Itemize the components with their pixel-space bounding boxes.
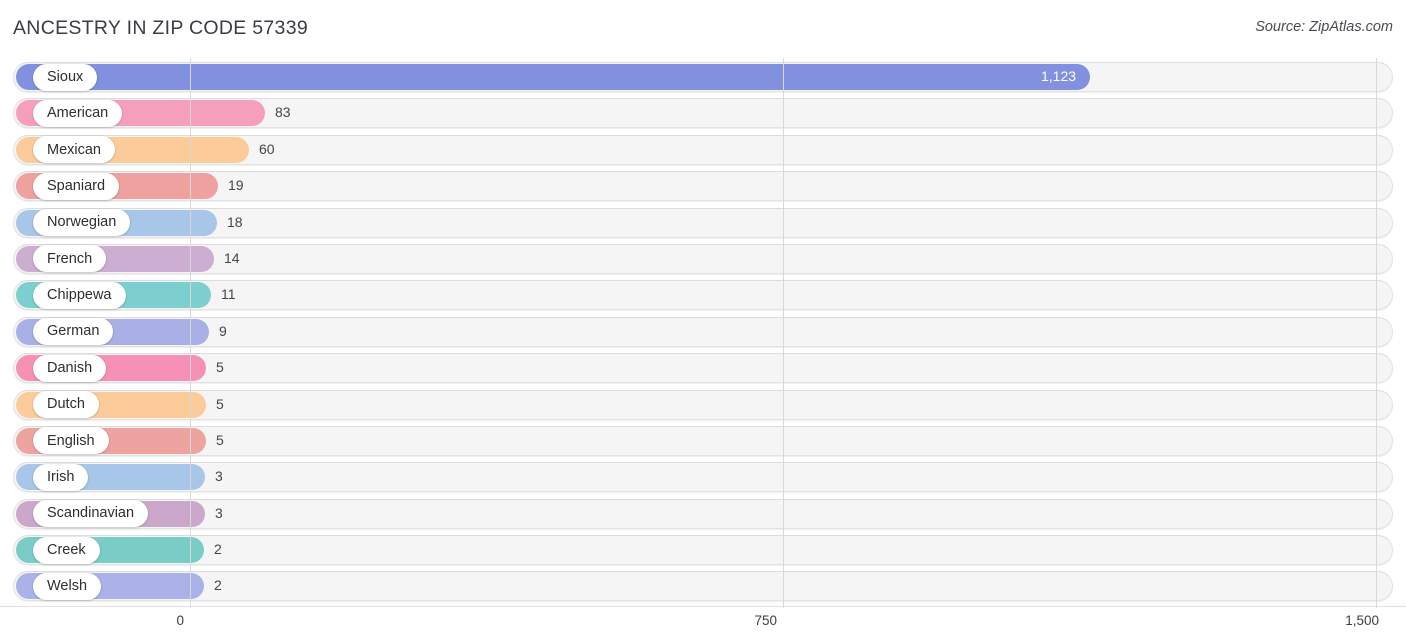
bar-label-pill[interactable]: Welsh <box>33 572 102 600</box>
plot-area: Sioux 1,123 American 83 Mexican 60 Spaniard 19 N… <box>0 58 1406 608</box>
bar-row[interactable]: English 5 <box>0 424 1406 460</box>
bar-track <box>13 280 1393 311</box>
bar-row[interactable]: Creek 2 <box>0 533 1406 569</box>
bar-category-label: Irish <box>47 469 75 486</box>
bar-track <box>13 207 1393 238</box>
bar-label-pill[interactable]: Scandinavian <box>33 500 149 528</box>
bar-fill <box>16 64 1090 90</box>
bar-label-pill[interactable]: Norwegian <box>33 209 131 237</box>
chart-page: ANCESTRY IN ZIP CODE 57339 Source: ZipAt… <box>0 0 1406 644</box>
bar-value-label: 1,123 <box>1041 68 1077 84</box>
bar-category-label: Creek <box>47 541 86 558</box>
bar-value-label: 83 <box>275 104 291 121</box>
x-axis: 0 750 1,500 <box>0 606 1406 644</box>
bar-row[interactable]: Dutch 5 <box>0 388 1406 424</box>
bar-value-label: 3 <box>215 504 223 521</box>
bar-row[interactable]: American 83 <box>0 96 1406 132</box>
page-title: ANCESTRY IN ZIP CODE 57339 <box>13 17 308 39</box>
bar-category-label: Mexican <box>47 141 101 158</box>
bar-value-label: 14 <box>224 249 240 266</box>
bar-label-pill[interactable]: Chippewa <box>33 281 126 309</box>
bar-category-label: German <box>47 323 100 340</box>
bar-value-label: 11 <box>221 286 236 303</box>
bar-label-pill[interactable]: French <box>33 245 107 273</box>
bar-row[interactable]: Norwegian 18 <box>0 206 1406 242</box>
bar-row[interactable]: Spaniard 19 <box>0 169 1406 205</box>
bar-category-label: Sioux <box>47 68 84 85</box>
bar-label-pill[interactable]: Irish <box>33 463 89 491</box>
bar-category-label: Scandinavian <box>47 505 135 522</box>
bar-row[interactable]: Mexican 60 <box>0 133 1406 169</box>
bar-row[interactable]: Welsh 2 <box>0 569 1406 605</box>
bar-track <box>13 171 1393 202</box>
bar-value-label: 18 <box>227 213 243 230</box>
bar-row[interactable]: Irish 3 <box>0 460 1406 496</box>
bar-label-pill[interactable]: Danish <box>33 354 107 382</box>
bar-value-label: 19 <box>228 177 244 194</box>
bar-value-label: 9 <box>219 322 227 339</box>
bar-row[interactable]: German 9 <box>0 315 1406 351</box>
bar-track <box>13 243 1393 274</box>
bar-label-pill[interactable]: Creek <box>33 536 100 564</box>
bar-category-label: Chippewa <box>47 287 112 304</box>
bar-value-label: 5 <box>216 359 224 376</box>
bar-value-label: 2 <box>214 577 222 594</box>
bar-category-label: French <box>47 250 93 267</box>
bar-category-label: Norwegian <box>47 214 117 231</box>
bar-category-label: Dutch <box>47 396 85 413</box>
bar-value-label: 60 <box>259 140 275 157</box>
bar-category-label: Spaniard <box>47 177 106 194</box>
bar-category-label: Danish <box>47 359 93 376</box>
source-attribution: Source: ZipAtlas.com <box>1255 19 1393 35</box>
bar-label-pill[interactable]: Sioux <box>33 63 98 91</box>
bar-row[interactable]: French 14 <box>0 242 1406 278</box>
bar-label-pill[interactable]: Spaniard <box>33 172 120 200</box>
bar-label-pill[interactable]: German <box>33 318 114 346</box>
bar-row[interactable]: Danish 5 <box>0 351 1406 387</box>
bar-label-pill[interactable]: Dutch <box>33 391 99 419</box>
bar-value-label: 2 <box>214 541 222 558</box>
bar-value-label: 5 <box>216 395 224 412</box>
bar-value-label: 3 <box>215 468 223 485</box>
axis-tick-label: 0 <box>176 613 184 628</box>
bar-label-pill[interactable]: Mexican <box>33 136 115 164</box>
chart-header: ANCESTRY IN ZIP CODE 57339 Source: ZipAt… <box>0 0 1406 52</box>
bar-category-label: Welsh <box>47 578 88 595</box>
bar-label-pill[interactable]: American <box>33 99 123 127</box>
axis-tick-label: 750 <box>754 613 777 628</box>
bar-row[interactable]: Scandinavian 3 <box>0 497 1406 533</box>
bar-value-label: 5 <box>216 431 224 448</box>
bar-rows: Sioux 1,123 American 83 Mexican 60 Spaniard 19 N… <box>0 60 1406 606</box>
bar-label-pill[interactable]: English <box>33 427 109 455</box>
bar-row[interactable]: Chippewa 11 <box>0 278 1406 314</box>
bar-row[interactable]: Sioux 1,123 <box>0 60 1406 96</box>
bar-category-label: American <box>47 105 109 122</box>
bar-category-label: English <box>47 432 95 449</box>
axis-tick-label: 1,500 <box>1345 613 1379 628</box>
